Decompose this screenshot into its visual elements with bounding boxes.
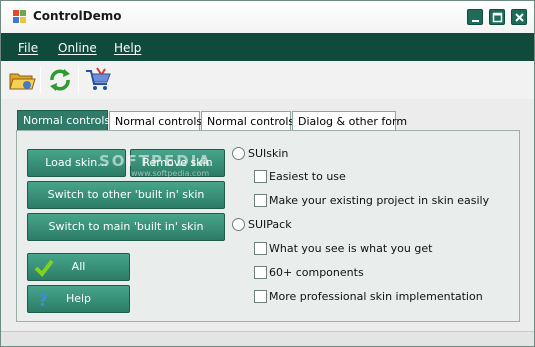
maximize-button[interactable] — [489, 9, 505, 25]
professional-skin-checkbox[interactable] — [254, 290, 267, 303]
toolbar-separator — [78, 67, 79, 93]
tab-dialog-other-form[interactable]: Dialog & other form — [292, 111, 407, 131]
window-title: ControlDemo — [33, 9, 122, 23]
close-icon — [515, 13, 524, 22]
minimize-icon — [472, 20, 479, 22]
svg-text:?: ? — [38, 291, 48, 310]
existing-project-checkbox[interactable] — [254, 194, 267, 207]
all-button[interactable]: All — [27, 253, 130, 281]
menu-bar: File Online Help — [1, 33, 534, 61]
components-checkbox[interactable] — [254, 266, 267, 279]
existing-project-label: Make your existing project in skin easil… — [269, 194, 490, 207]
question-icon: ? — [38, 291, 48, 310]
easiest-to-use-label: Easiest to use — [269, 170, 346, 183]
switch-main-skin-button[interactable]: Switch to main 'built in' skin — [27, 213, 225, 241]
suipack-label: SUIPack — [248, 218, 292, 231]
tab-normal-controls3[interactable]: Normal controls3 — [201, 111, 301, 131]
suiskin-label: SUIskin — [248, 147, 289, 160]
minimize-button[interactable] — [467, 9, 483, 25]
open-folder-button[interactable] — [7, 65, 37, 95]
load-skin-button[interactable]: Load skin... — [27, 149, 126, 177]
status-bar — [1, 331, 534, 346]
refresh-button[interactable] — [45, 65, 75, 95]
suipack-radio[interactable] — [232, 218, 245, 231]
cart-icon — [86, 67, 111, 90]
tab-normal-controls2[interactable]: Normal controls2 — [109, 111, 209, 131]
refresh-icon — [50, 69, 70, 91]
menu-online[interactable]: Online — [58, 41, 97, 55]
menu-help[interactable]: Help — [114, 41, 141, 55]
remove-skin-button[interactable]: Remove skin — [130, 149, 225, 177]
tab-normal-controls1[interactable]: Normal controls1 — [17, 110, 117, 131]
all-button-label: All — [71, 260, 86, 273]
close-button[interactable] — [511, 9, 527, 25]
cart-button[interactable] — [83, 65, 113, 95]
suiskin-radio[interactable] — [232, 147, 245, 160]
toolbar-separator — [40, 67, 41, 93]
menu-file[interactable]: File — [18, 41, 38, 55]
folder-icon — [9, 73, 36, 90]
easiest-to-use-checkbox[interactable] — [254, 170, 267, 183]
app-icon — [13, 10, 27, 24]
app-window: ControlDemo File Online Help Normal cont… — [0, 0, 535, 347]
title-bar: ControlDemo — [1, 1, 534, 33]
switch-other-skin-button[interactable]: Switch to other 'built in' skin — [27, 181, 225, 209]
wysiwyg-checkbox[interactable] — [254, 242, 267, 255]
professional-skin-label: More professional skin implementation — [269, 290, 483, 303]
help-button[interactable]: ? Help — [27, 285, 130, 313]
toolbar — [1, 61, 534, 99]
checkmark-icon — [34, 259, 54, 278]
maximize-icon — [492, 12, 503, 23]
wysiwyg-label: What you see is what you get — [269, 242, 433, 255]
help-button-label: Help — [65, 292, 92, 305]
components-label: 60+ components — [269, 266, 364, 279]
